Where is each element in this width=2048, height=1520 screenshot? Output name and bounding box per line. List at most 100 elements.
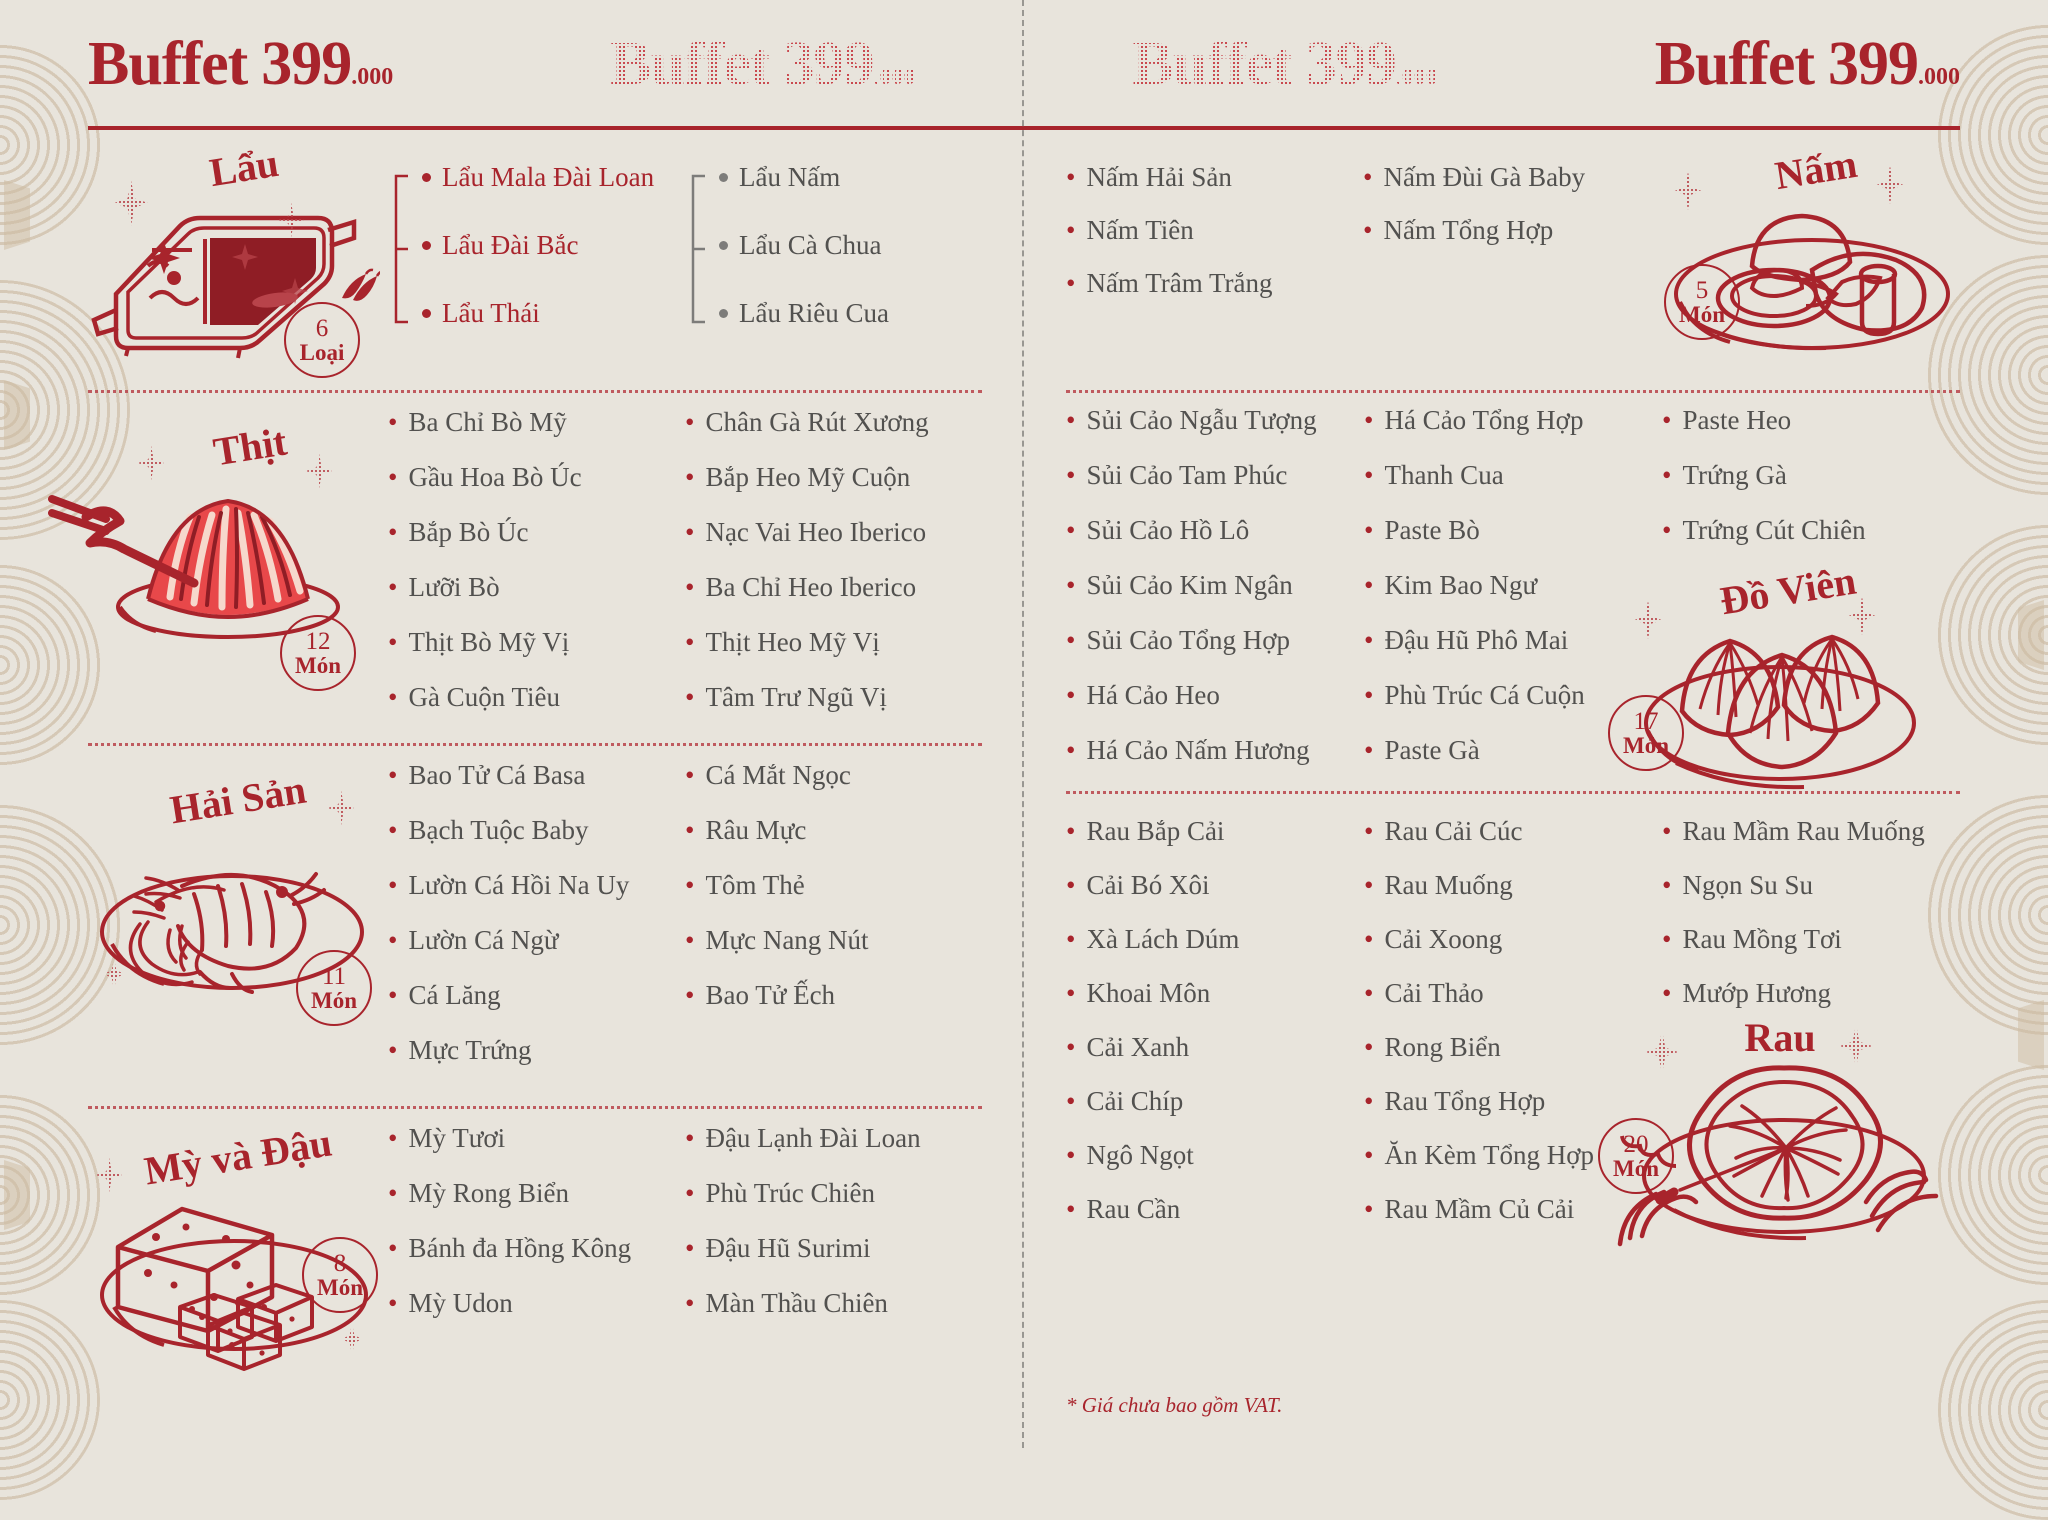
menu-item: • Bao Tử Ếch — [685, 980, 836, 1010]
menu-item: • Trứng Cút Chiên — [1662, 515, 1866, 545]
brand-word: Buffet — [1654, 30, 1815, 98]
menu-item: • Mỳ Udon — [388, 1288, 513, 1318]
menu-item: • Lườn Cá Hồi Na Uy — [388, 870, 630, 900]
menu-item: • Cá Lăng — [388, 980, 501, 1010]
menu-item: • Xà Lách Dúm — [1066, 924, 1240, 954]
haisan-illustration-block: Hải Sản 11 Món — [88, 746, 388, 1106]
nam-illustration-block: Nấm 5 Món — [1660, 138, 1960, 390]
menu-header: Buffet 399 .000 Buffet 399 .000 Buffet 3… — [88, 0, 1960, 128]
brand-decimals: .000 — [1918, 64, 1960, 90]
badge-count: 12 — [305, 627, 331, 655]
menu-item: • Mực Nang Nút — [685, 925, 869, 955]
menu-item: • Bánh đa Hồng Kông — [388, 1233, 632, 1263]
brand-number: 399 — [1305, 30, 1396, 98]
menu-item: • Ngọn Su Su — [1662, 870, 1813, 900]
section-nam: • Nấm Hải Sản • Nấm Tiên • Nấm Trâm Trắng •… — [1066, 138, 1960, 390]
lau-item: Lẩu Mala Đài Loan — [422, 164, 685, 191]
mydau-column-2: • Đậu Lạnh Đài Loan • Phù Trúc Chiên • Đậu … — [685, 1125, 982, 1409]
nam-lists: • Nấm Hải Sản • Nấm Tiên • Nấm Trâm Trắng •… — [1066, 138, 1660, 390]
thit-column-2: • Chân Gà Rút Xương • Bắp Heo Mỹ Cuộn • Nạc… — [685, 409, 982, 743]
dovien-count-badge: 17 Món — [1608, 695, 1684, 771]
menu-item: • Ba Chỉ Bò Mỹ — [388, 407, 567, 437]
menu-item: • Đậu Lạnh Đài Loan — [685, 1123, 921, 1153]
menu-item: • Gầu Hoa Bò Úc — [388, 462, 582, 492]
menu-page: Buffet 399 .000 Buffet 399 .000 Buffet 3… — [0, 0, 2048, 1448]
menu-item: • Cá Mắt Ngọc — [685, 760, 851, 790]
menu-item: • Cải Chíp — [1066, 1086, 1184, 1116]
dovien-column-1: • Sủi Cảo Ngẫu Tượng • Sủi Cảo Tam Phúc • S… — [1066, 407, 1364, 801]
badge-count: 5 — [1695, 276, 1709, 304]
nam-count-badge: 5 Món — [1664, 264, 1740, 340]
dovien-illustration-block: Đồ Viên 17 Món — [1608, 558, 1946, 797]
menu-item: • Lườn Cá Ngừ — [388, 925, 559, 955]
badge-unit: Món — [295, 653, 341, 679]
dovien-column-3: • Paste Heo • Trứng Gà • Trứng Cút Chiên Đồ… — [1608, 407, 1960, 801]
section-lau: Lẩu 6 Loại Lẩu Mala Đài Loan Lẩu Đài Bắc… — [88, 138, 982, 390]
badge-unit: Loại — [299, 340, 345, 366]
nam-title: Nấm — [1771, 140, 1861, 199]
badge-count: 6 — [315, 314, 329, 342]
brand-title-2: Buffet 399 .000 — [610, 33, 915, 95]
menu-item: • Sủi Cảo Tam Phúc — [1066, 460, 1288, 490]
section-rau: • Rau Bắp Cải • Cải Bó Xôi • Xà Lách Dúm • K… — [1066, 794, 1960, 1214]
dovien-title: Đồ Viên — [1716, 557, 1859, 624]
menu-item: • Sủi Cảo Ngẫu Tượng — [1066, 405, 1317, 435]
menu-item: • Rau Bắp Cải — [1066, 816, 1225, 846]
menu-item: • Sủi Cảo Hồ Lô — [1066, 515, 1250, 545]
brand-number: 399 — [783, 30, 874, 98]
section-mydau: Mỳ và Đậu 8 Món • Mỳ Tươi • Mỳ Rong Biển… — [88, 1109, 982, 1409]
sparkle-icon — [328, 790, 354, 826]
menu-item: • Sủi Cảo Tổng Hợp — [1066, 625, 1290, 655]
menu-item: • Rau Mầm Rau Muống — [1662, 816, 1925, 846]
chili-pepper-icon — [342, 268, 380, 301]
menu-item: • Tôm Thẻ — [685, 870, 805, 900]
menu-item: • Nạc Vai Heo Iberico — [685, 517, 927, 547]
thit-illustration-block: Thịt 12 Món — [88, 393, 388, 743]
rau-title: Rau — [1744, 1015, 1816, 1060]
menu-item: • Cải Xoong — [1364, 924, 1503, 954]
brand-title-4: Buffet 399 .000 — [1655, 33, 1960, 95]
menu-item: • Rau Cần — [1066, 1194, 1181, 1224]
menu-item: • Tâm Trư Ngũ Vị — [685, 682, 887, 712]
rau-column-1: • Rau Bắp Cải • Cải Bó Xôi • Xà Lách Dúm • K… — [1066, 816, 1364, 1223]
brand-word: Buffet — [88, 30, 248, 98]
menu-item: • Thịt Heo Mỹ Vị — [685, 627, 880, 657]
menu-item: • Mực Trứng — [388, 1035, 532, 1065]
haisan-count-badge: 11 Món — [296, 950, 372, 1026]
menu-item: • Bắp Bò Úc — [388, 517, 529, 547]
menu-item: • Há Cảo Tổng Hợp — [1364, 405, 1584, 435]
menu-item: • Nấm Tổng Hợp — [1363, 215, 1554, 245]
brand-word: Buffet — [1132, 30, 1292, 98]
menu-item: • Lưỡi Bò — [388, 572, 500, 602]
menu-item: • Khoai Môn — [1066, 978, 1211, 1008]
haisan-title: Hải Sản — [166, 766, 310, 833]
badge-unit: Món — [1623, 733, 1669, 759]
badge-unit: Món — [1613, 1156, 1659, 1182]
brand-number: 399 — [1828, 30, 1919, 98]
badge-count: 11 — [321, 962, 347, 990]
brand-number: 399 — [261, 30, 352, 98]
menu-spread: Lẩu 6 Loại Lẩu Mala Đài Loan Lẩu Đài Bắc… — [88, 128, 1960, 1428]
mydau-illustration-block: Mỳ và Đậu 8 Món — [88, 1109, 388, 1409]
left-page: Lẩu 6 Loại Lẩu Mala Đài Loan Lẩu Đài Bắc… — [88, 138, 1024, 1428]
lau-item: Lẩu Nấm — [719, 164, 982, 191]
thit-count-badge: 12 Món — [280, 615, 356, 691]
lau-illustration-block: Lẩu 6 Loại — [88, 138, 388, 390]
menu-item: • Ba Chỉ Heo Iberico — [685, 572, 917, 602]
menu-item: • Rau Cải Cúc — [1364, 816, 1523, 846]
badge-unit: Món — [317, 1275, 363, 1301]
menu-item: • Gà Cuộn Tiêu — [388, 682, 560, 712]
menu-item: • Cải Xanh — [1066, 1032, 1190, 1062]
menu-item: • Mướp Hương — [1662, 978, 1832, 1008]
menu-item: • Chân Gà Rút Xương — [685, 407, 929, 437]
menu-item: • Rau Muống — [1364, 870, 1513, 900]
haisan-column-2: • Cá Mắt Ngọc • Râu Mực • Tôm Thẻ • Mực Nang… — [685, 762, 982, 1106]
brand-title-1: Buffet 399 .000 — [88, 33, 393, 95]
menu-item: • Mỳ Tươi — [388, 1123, 506, 1153]
rau-illustration-block: Rau 20 Món — [1598, 1014, 1950, 1244]
lau-group-grey: Lẩu Nấm Lẩu Cà Chua Lẩu Riêu Cua — [685, 164, 982, 390]
menu-item: • Sủi Cảo Kim Ngân — [1066, 570, 1293, 600]
haisan-column-1: • Bao Tử Cá Basa • Bạch Tuộc Baby • Lườn Cá… — [388, 762, 685, 1106]
menu-item: • Cải Bó Xôi — [1066, 870, 1210, 900]
badge-count: 17 — [1633, 707, 1659, 735]
